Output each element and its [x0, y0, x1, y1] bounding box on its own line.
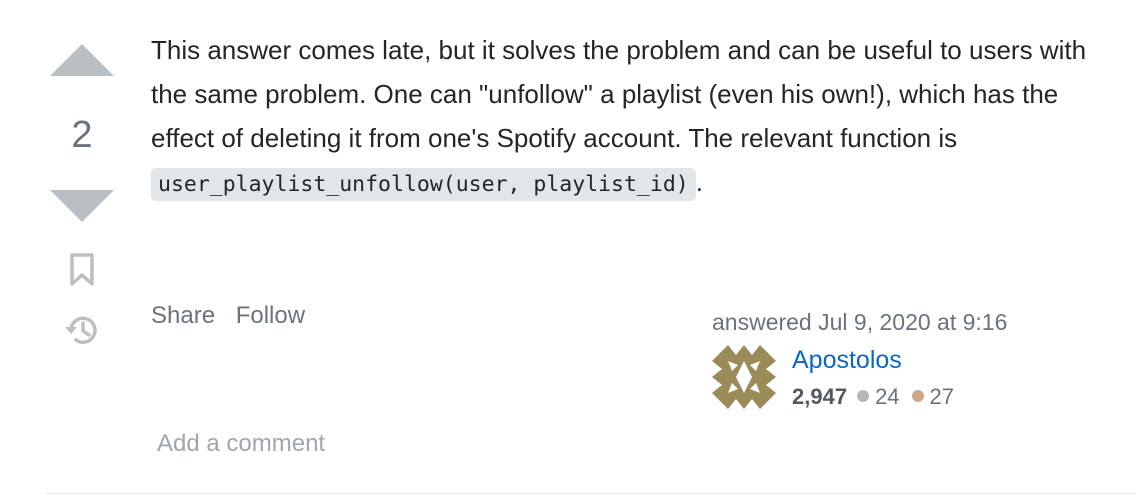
- silver-badges: 24: [857, 384, 900, 409]
- inline-code: user_playlist_unfollow(user, playlist_id…: [151, 168, 696, 201]
- answer-text-end: .: [695, 167, 703, 197]
- user-card: answered Jul 9, 2020 at 9:16 Apostolos 2…: [712, 305, 1112, 409]
- post-menu: Share Follow: [151, 298, 319, 334]
- user-stats: 2,947 24 27: [792, 380, 966, 414]
- bronze-badge-icon: [911, 390, 924, 402]
- bronze-badges: 27: [911, 384, 955, 409]
- upvote-arrow-icon[interactable]: [50, 44, 114, 76]
- answered-timestamp: answered Jul 9, 2020 at 9:16: [712, 309, 1008, 335]
- bronze-badge-count: 27: [929, 384, 955, 409]
- share-link[interactable]: Share: [151, 302, 215, 329]
- answer-body: This answer comes late, but it solves th…: [151, 28, 1101, 207]
- silver-badge-icon: [857, 390, 870, 402]
- answer-text: This answer comes late, but it solves th…: [151, 35, 1087, 153]
- reputation-score: 2,947: [792, 384, 848, 409]
- downvote-arrow-icon[interactable]: [50, 190, 114, 222]
- vote-count: 2: [71, 114, 93, 156]
- follow-link[interactable]: Follow: [236, 302, 305, 329]
- bookmark-icon[interactable]: [68, 252, 96, 288]
- silver-badge-count: 24: [875, 384, 900, 409]
- history-icon[interactable]: [62, 310, 102, 350]
- user-name-link[interactable]: Apostolos: [792, 343, 902, 377]
- add-comment-link[interactable]: Add a comment: [157, 426, 325, 462]
- identicon-avatar[interactable]: [712, 345, 776, 409]
